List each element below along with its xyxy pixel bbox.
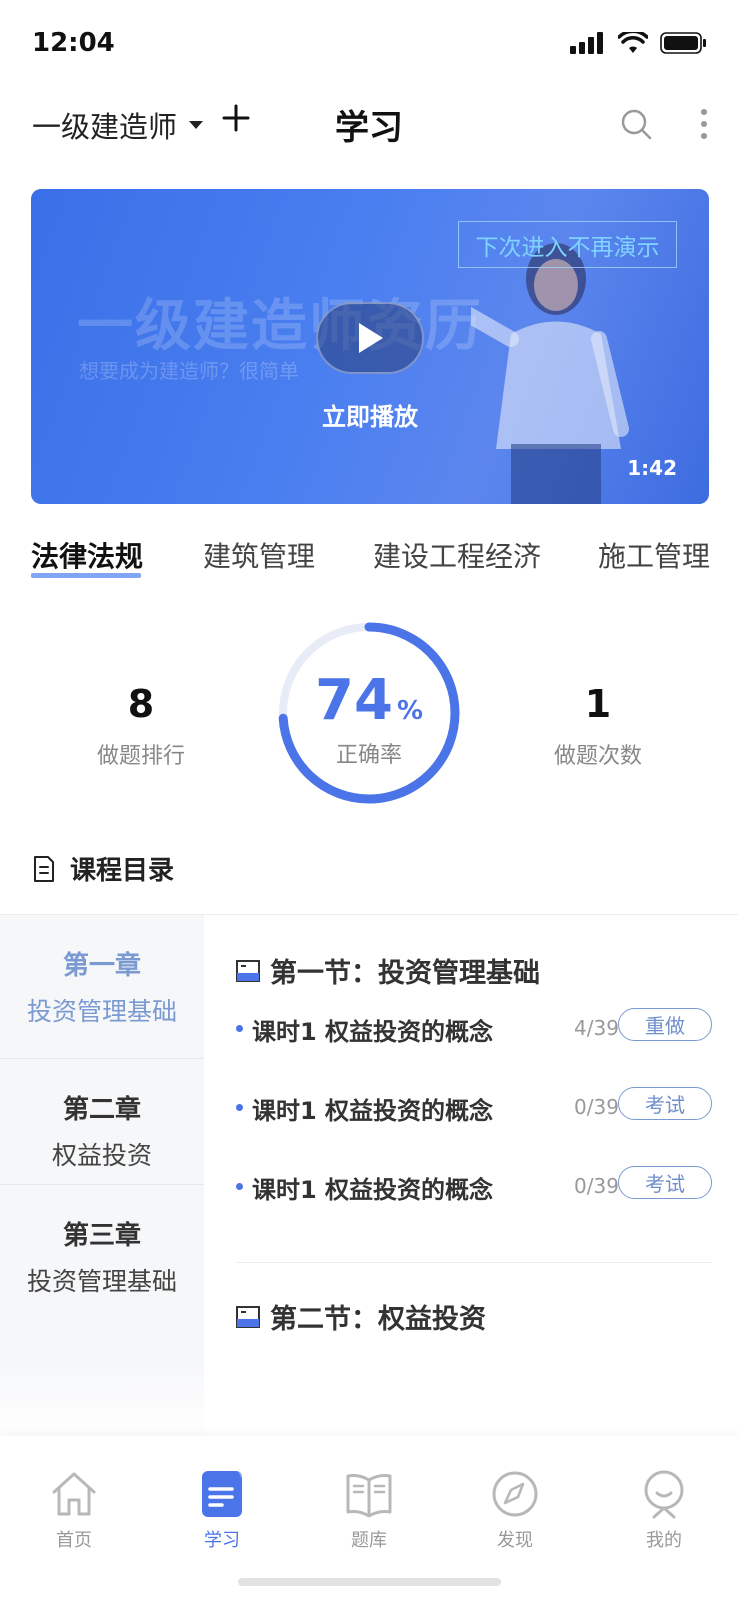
- bottom-nav: 首页 学习 题库 发现 我的: [0, 1436, 738, 1600]
- bullet-dot: [236, 1104, 243, 1111]
- search-icon[interactable]: [620, 108, 652, 140]
- nav-label: 题库: [351, 1530, 387, 1551]
- more-icon[interactable]: [700, 108, 708, 140]
- bullet-dot: [236, 1025, 243, 1032]
- lesson-progress: 0/39: [574, 1095, 619, 1119]
- section-title[interactable]: 第一节：投资管理基础: [236, 951, 540, 990]
- play-icon: [359, 323, 383, 353]
- tab-engineering-economics[interactable]: 建设工程经济: [373, 535, 541, 575]
- lesson-progress: 4/39: [574, 1016, 619, 1040]
- play-label: 立即播放: [322, 403, 418, 431]
- practice-stats: 8 做题排行 74% 正确率 1 做题次数: [0, 620, 738, 810]
- chapter-number: 第二章: [62, 1095, 141, 1125]
- tab-law[interactable]: 法律法规: [31, 535, 143, 575]
- redo-button[interactable]: 重做: [618, 1008, 712, 1041]
- accuracy-label: 正确率: [335, 743, 402, 768]
- lesson-title: 课时1 权益投资的概念: [252, 1176, 494, 1204]
- tab-building-management[interactable]: 建筑管理: [203, 535, 315, 575]
- compass-icon: [492, 1471, 538, 1517]
- rank-stat[interactable]: 8 做题排行: [41, 682, 241, 770]
- active-tab-indicator: [31, 573, 141, 578]
- accuracy-value: 74: [315, 668, 393, 733]
- lesson-panel: 第一节：投资管理基础 课时1 权益投资的概念 4/39 重做 课时1 权益投资的…: [204, 915, 738, 1435]
- nav-label: 我的: [646, 1530, 682, 1551]
- nav-label: 首页: [56, 1530, 92, 1551]
- nav-home[interactable]: 首页: [14, 1468, 134, 1552]
- video-duration: 1:42: [627, 456, 677, 480]
- section-title-text: 第一节：投资管理基础: [270, 958, 540, 989]
- app-header: 一级建造师 学习: [0, 96, 738, 156]
- bullet-dot: [236, 1183, 243, 1190]
- lesson-row[interactable]: 课时1 权益投资的概念 0/39 考试: [236, 1166, 712, 1206]
- profile-icon: [644, 1470, 684, 1519]
- lesson-title: 课时1 权益投资的概念: [252, 1097, 494, 1125]
- section-title-text: 第二节：权益投资: [270, 1304, 486, 1335]
- attempts-value: 1: [584, 682, 612, 726]
- status-bar: 12:04: [0, 0, 738, 90]
- subject-tabs: 法律法规 建筑管理 建设工程经济 施工管理: [0, 535, 738, 585]
- lesson-row[interactable]: 课时1 权益投资的概念 4/39 重做: [236, 1008, 712, 1048]
- section-title[interactable]: 第二节：权益投资: [236, 1297, 486, 1336]
- chapter-number: 第一章: [62, 951, 141, 981]
- chapter-name: 投资管理基础: [26, 1267, 177, 1296]
- catalog-icon: [34, 855, 54, 882]
- status-time: 12:04: [32, 28, 115, 58]
- scroll-fade: [0, 1360, 738, 1436]
- accuracy-unit: %: [396, 696, 423, 726]
- accuracy-display: 74% 正确率: [276, 668, 462, 769]
- chapter-item-3[interactable]: 第三章 投资管理基础: [0, 1185, 204, 1311]
- chapter-item-2[interactable]: 第二章 权益投资: [0, 1059, 204, 1185]
- chapter-item-1[interactable]: 第一章 投资管理基础: [0, 915, 204, 1059]
- nav-discover[interactable]: 发现: [455, 1468, 575, 1552]
- rank-label: 做题排行: [96, 744, 185, 769]
- section-icon: [236, 1305, 260, 1328]
- section-icon: [236, 959, 260, 982]
- nav-study[interactable]: 学习: [162, 1468, 282, 1552]
- divider: [236, 1262, 712, 1263]
- nav-label: 学习: [204, 1530, 240, 1551]
- status-icons: [570, 32, 706, 54]
- attempts-label: 做题次数: [553, 744, 642, 769]
- skip-demo-button[interactable]: 下次进入不再演示: [458, 221, 677, 268]
- exam-button[interactable]: 考试: [618, 1166, 712, 1199]
- lesson-row[interactable]: 课时1 权益投资的概念 0/39 考试: [236, 1087, 712, 1127]
- video-banner[interactable]: 一级建造师资历 想要成为建造师？很简单 下次进入不再演示 立即播放 1:42: [31, 189, 709, 504]
- tab-construction-management[interactable]: 施工管理: [598, 535, 710, 575]
- battery-icon: [660, 32, 706, 54]
- exam-button[interactable]: 考试: [618, 1087, 712, 1120]
- chapter-list: 第一章 投资管理基础 第二章 权益投资 第三章 投资管理基础: [0, 915, 204, 1435]
- banner-background-title: 一级建造师资历: [77, 294, 483, 359]
- chapter-number: 第三章: [62, 1221, 141, 1251]
- attempts-stat[interactable]: 1 做题次数: [498, 682, 698, 770]
- catalog-header: 课程目录: [32, 850, 174, 887]
- wifi-icon: [618, 32, 648, 53]
- play-button[interactable]: [316, 302, 424, 374]
- rank-value: 8: [127, 682, 155, 726]
- chapter-name: 权益投资: [51, 1141, 152, 1170]
- catalog-title: 课程目录: [70, 856, 175, 886]
- home-icon: [52, 1472, 96, 1516]
- nav-profile[interactable]: 我的: [604, 1468, 724, 1552]
- home-indicator: [238, 1578, 501, 1586]
- question-bank-icon: [346, 1474, 392, 1518]
- banner-background-subtitle: 想要成为建造师？很简单: [79, 359, 299, 383]
- lesson-progress: 0/39: [574, 1174, 619, 1198]
- lesson-title: 课时1 权益投资的概念: [252, 1018, 494, 1046]
- nav-question-bank[interactable]: 题库: [309, 1468, 429, 1552]
- nav-label: 发现: [497, 1530, 533, 1551]
- signal-icon: [570, 32, 603, 54]
- chapter-name: 投资管理基础: [26, 997, 177, 1026]
- study-icon: [202, 1471, 242, 1517]
